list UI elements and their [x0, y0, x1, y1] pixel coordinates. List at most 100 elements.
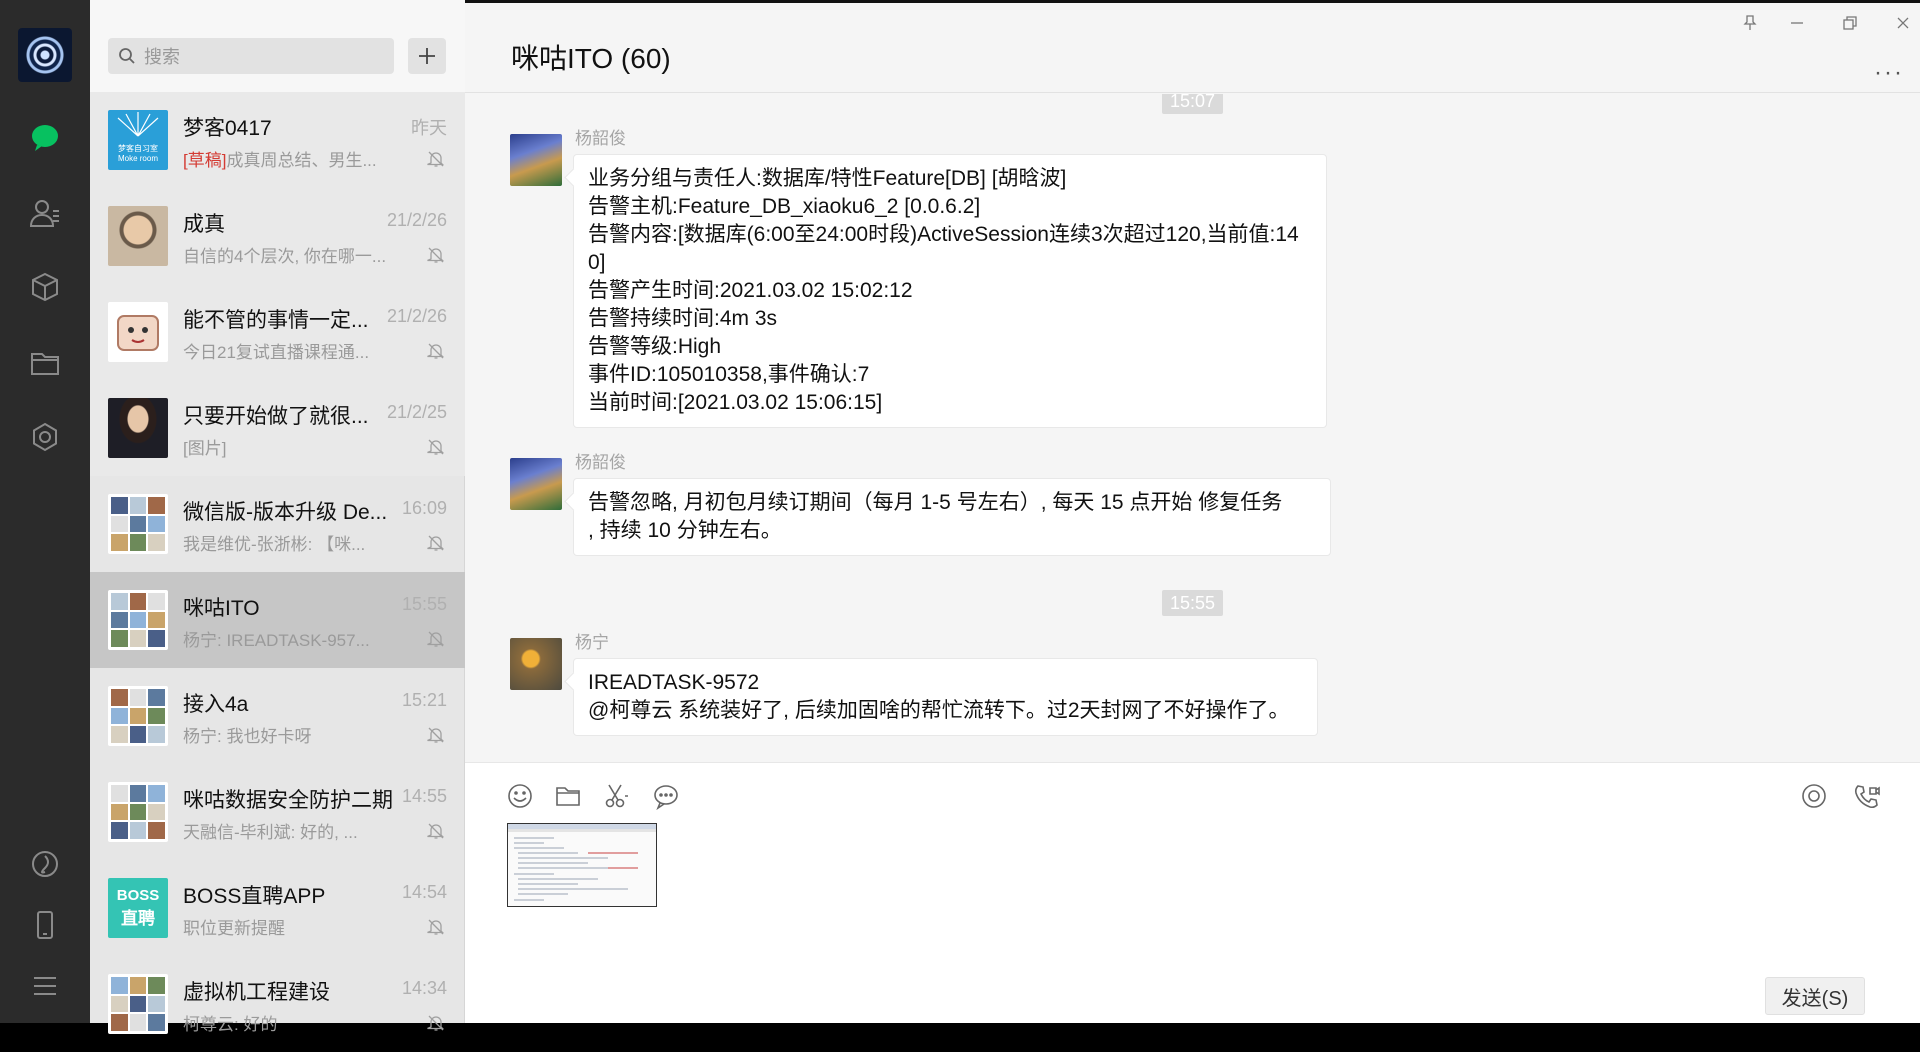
member-avatar-tile — [111, 515, 128, 533]
message-line: 告警内容:[数据库(6:00至24:00时段)ActiveSession连续3次… — [588, 223, 1299, 246]
chat-list-item[interactable]: 咪咕ITO 15:55 杨宁: IREADTASK-957... — [90, 572, 465, 668]
chat-name: 只要开始做了就很... — [183, 405, 369, 428]
file-icon[interactable] — [553, 781, 583, 811]
minimize-icon[interactable] — [1787, 15, 1807, 31]
emoji-icon[interactable] — [505, 781, 535, 811]
member-avatar-tile — [148, 593, 165, 610]
member-avatar-tile — [129, 497, 147, 514]
member-avatar-tile — [111, 822, 128, 839]
member-avatar-tile — [148, 534, 165, 551]
search-bar: 搜索 — [90, 0, 465, 92]
chat-avatar — [108, 494, 168, 554]
search-placeholder: 搜索 — [144, 47, 180, 67]
chat-time: 21/2/26 — [386, 210, 447, 230]
send-button[interactable]: 发送(S) — [1765, 977, 1865, 1015]
chat-list-item[interactable]: 只要开始做了就很... 21/2/25 [图片] — [90, 380, 465, 476]
boss-logo-text: 直聘 — [121, 909, 155, 928]
chat-panel: 咪咕ITO (60) ··· 15:07 杨韶俊 业务分组与责任人:数据库/特性… — [465, 0, 1920, 1023]
member-avatar-tile — [148, 977, 165, 994]
message-bubble[interactable]: 告警忽略, 月初包月续订期间（每月 1-5 号左右）, 每天 15 点开始 修复… — [573, 478, 1331, 556]
mute-bell-icon — [427, 343, 445, 359]
member-avatar-tile — [111, 726, 128, 743]
chat-list-item[interactable]: 接入4a 15:21 杨宁: 我也好卡呀 — [90, 668, 465, 764]
message-line: , 持续 10 分钟左右。 — [588, 519, 782, 542]
screenshot-icon[interactable] — [601, 781, 631, 811]
search-input[interactable]: 搜索 — [108, 38, 394, 74]
chat-list-item[interactable]: 成真 21/2/26 自信的4个层次, 你在哪一... — [90, 188, 465, 284]
pin-icon[interactable] — [1740, 15, 1760, 31]
member-avatar-tile — [148, 497, 165, 514]
chat-list-item[interactable]: 微信版-版本升级 De... 16:09 我是维优-张浙彬: 【咪... — [90, 476, 465, 572]
phone-nav-icon[interactable] — [26, 906, 64, 944]
chat-nav-icon[interactable] — [26, 118, 64, 156]
call-icon[interactable] — [1851, 781, 1881, 811]
mute-bell-icon — [427, 439, 445, 455]
mute-bell-icon — [427, 151, 445, 167]
member-avatar-tile — [111, 534, 128, 551]
member-avatar-tile — [148, 630, 165, 647]
mokeroom-logo-text: Moke room — [117, 154, 158, 163]
member-avatar-tile — [148, 515, 165, 533]
member-avatar-tile — [129, 977, 147, 994]
folder-nav-icon[interactable] — [26, 344, 64, 382]
moments-nav-icon[interactable] — [26, 845, 64, 883]
message-bubble[interactable]: 业务分组与责任人:数据库/特性Feature[DB] [胡晗波] 告警主机:Fe… — [573, 154, 1327, 428]
member-avatar-tile — [148, 611, 165, 629]
member-avatar-tile — [111, 689, 128, 706]
add-chat-button[interactable] — [408, 38, 446, 74]
chat-time: 昨天 — [411, 118, 447, 138]
chat-title: 咪咕ITO (60) — [511, 43, 671, 74]
chat-time: 14:34 — [401, 978, 447, 998]
member-avatar-tile — [129, 534, 147, 551]
mini-program-nav-icon[interactable] — [26, 418, 64, 456]
member-avatar-tile — [129, 689, 147, 706]
user-avatar[interactable] — [18, 28, 72, 82]
plus-icon — [419, 48, 435, 64]
chat-list-item[interactable]: 能不管的事情一定... 21/2/26 今日21复试直播课程通... — [90, 284, 465, 380]
mute-bell-icon — [427, 535, 445, 551]
chat-history-icon[interactable] — [651, 781, 681, 811]
member-avatar-tile — [129, 611, 147, 629]
mute-bell-icon — [427, 919, 445, 935]
chat-name: 咪咕数据安全防护二期 — [183, 789, 393, 812]
chat-time: 15:55 — [401, 594, 447, 614]
message-bubble[interactable]: IREADTASK-9572 @柯尊云 系统装好了, 后续加固啥的帮忙流转下。过… — [573, 658, 1318, 736]
message-line: 0] — [588, 251, 606, 274]
member-avatar-tile — [129, 995, 147, 1013]
chat-avatar: BOSS 直聘 — [108, 878, 168, 938]
message-input-area[interactable]: 发送(S) — [465, 762, 1920, 1023]
member-avatar-tile — [129, 593, 147, 610]
attachment-thumbnail[interactable] — [507, 823, 657, 907]
chat-list-item[interactable]: 虚拟机工程建设 14:34 柯尊云: 好的 — [90, 956, 465, 1052]
more-options-icon[interactable]: ··· — [1874, 59, 1904, 87]
preview-text: 今日21复试直播课程通... — [183, 343, 370, 362]
chat-preview: 杨宁: IREADTASK-957... — [183, 626, 403, 651]
preview-text: 职位更新提醒 — [183, 919, 285, 938]
live-icon[interactable] — [1799, 781, 1829, 811]
chat-time: 14:55 — [401, 786, 447, 806]
mute-bell-icon — [427, 727, 445, 743]
chat-list-item[interactable]: BOSS 直聘 BOSS直聘APP 14:54 职位更新提醒 — [90, 860, 465, 956]
member-avatar-tile — [111, 611, 128, 629]
close-icon[interactable] — [1893, 15, 1913, 31]
preview-text: [图片] — [183, 439, 227, 458]
chat-list-item[interactable]: 梦客自习室 Moke room 梦客0417 昨天 [草稿]成真周总结、男生... — [90, 92, 465, 188]
chat-time: 16:09 — [401, 498, 447, 518]
sender-avatar[interactable] — [510, 638, 562, 690]
member-avatar-tile — [148, 785, 165, 802]
sender-avatar[interactable] — [510, 134, 562, 186]
restore-icon[interactable] — [1840, 15, 1860, 31]
sender-avatar[interactable] — [510, 458, 562, 510]
message-line: @柯尊云 系统装好了, 后续加固啥的帮忙流转下。过2天封网了不好操作了。 — [588, 699, 1290, 722]
chat-avatar — [108, 974, 168, 1034]
menu-nav-icon[interactable] — [26, 967, 64, 1005]
message-line: 事件ID:105010358,事件确认:7 — [588, 363, 870, 386]
chat-preview: 今日21复试直播课程通... — [183, 338, 403, 363]
sender-name: 杨宁 — [575, 633, 609, 652]
chat-name: 微信版-版本升级 De... — [183, 501, 388, 524]
member-avatar-tile — [111, 630, 128, 647]
contacts-nav-icon[interactable] — [26, 194, 64, 232]
timestamp: 15:55 — [1162, 590, 1224, 616]
box-nav-icon[interactable] — [26, 268, 64, 306]
chat-list-item[interactable]: 咪咕数据安全防护二期 14:55 天融信-毕利斌: 好的, ... — [90, 764, 465, 860]
